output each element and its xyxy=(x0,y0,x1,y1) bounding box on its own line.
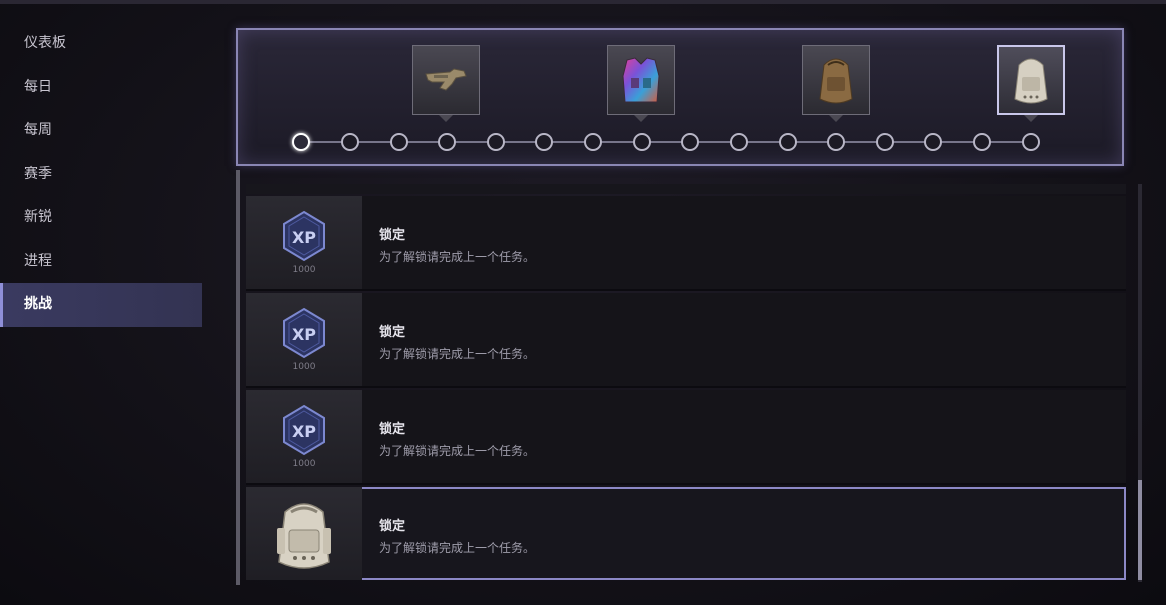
reward-backpack-white[interactable] xyxy=(997,45,1065,115)
sidebar-item-challenge[interactable]: 挑战 xyxy=(0,283,202,327)
reward-weapon[interactable] xyxy=(412,45,480,115)
challenge-description: 为了解锁请完成上一个任务。 xyxy=(379,541,536,555)
track-node[interactable] xyxy=(633,133,651,151)
track-node[interactable] xyxy=(390,133,408,151)
reward-cell: XP 1000 xyxy=(246,196,362,289)
track-node[interactable] xyxy=(730,133,748,151)
challenge-description: 为了解锁请完成上一个任务。 xyxy=(379,250,536,264)
xp-badge-icon: XP xyxy=(283,307,325,359)
track-line xyxy=(302,141,1032,143)
reward-vest[interactable] xyxy=(607,45,675,115)
sidebar-item-label: 每日 xyxy=(24,78,52,95)
reward-track xyxy=(236,28,1124,166)
sidebar-item-rookie[interactable]: 新锐 xyxy=(0,196,202,240)
challenge-row-selected[interactable]: 锁定 为了解锁请完成上一个任务。 xyxy=(246,487,1126,580)
reward-amount: 1000 xyxy=(292,362,316,372)
sidebar-item-label: 仪表板 xyxy=(24,35,66,51)
reward-cell: XP 1000 xyxy=(246,390,362,483)
backpack-white-icon xyxy=(1014,58,1048,104)
reward-backpack-brown[interactable] xyxy=(802,45,870,115)
backpack-brown-icon xyxy=(819,58,853,104)
challenge-row[interactable]: XP 1000 锁定 为了解锁请完成上一个任务。 xyxy=(246,196,1126,291)
track-node[interactable] xyxy=(876,133,894,151)
sidebar-item-season[interactable]: 赛季 xyxy=(0,153,202,197)
challenge-title: 锁定 xyxy=(379,325,406,340)
track-node[interactable] xyxy=(487,133,505,151)
list-divider xyxy=(236,170,240,585)
svg-text:XP: XP xyxy=(292,228,316,247)
sidebar-item-progress[interactable]: 进程 xyxy=(0,240,202,284)
backpack-white-icon xyxy=(277,502,331,569)
svg-text:XP: XP xyxy=(292,325,316,344)
weapon-icon xyxy=(425,68,467,91)
scrollbar-thumb[interactable] xyxy=(1138,480,1142,580)
xp-badge-icon: XP xyxy=(283,404,325,456)
challenge-description: 为了解锁请完成上一个任务。 xyxy=(379,444,536,458)
reward-pointer xyxy=(829,115,843,122)
challenge-row[interactable]: XP 1000 锁定 为了解锁请完成上一个任务。 xyxy=(246,293,1126,388)
reward-pointer xyxy=(439,115,453,122)
track-node[interactable] xyxy=(827,133,845,151)
window-top-edge xyxy=(0,0,1166,4)
sidebar-item-label: 每周 xyxy=(24,122,52,138)
svg-text:XP: XP xyxy=(292,422,316,441)
track-node[interactable] xyxy=(924,133,942,151)
sidebar-item-label: 新锐 xyxy=(24,209,52,225)
sidebar-item-label: 进程 xyxy=(24,252,52,269)
track-node[interactable] xyxy=(535,133,553,151)
track-node-current[interactable] xyxy=(292,133,310,151)
sidebar: 仪表板 每日 每周 赛季 新锐 进程 挑战 xyxy=(0,22,202,327)
challenge-title: 锁定 xyxy=(379,422,406,437)
xp-badge-icon: XP xyxy=(283,210,325,262)
challenge-description: 为了解锁请完成上一个任务。 xyxy=(379,347,536,361)
sidebar-item-daily[interactable]: 每日 xyxy=(0,66,202,110)
track-node[interactable] xyxy=(341,133,359,151)
challenge-title: 锁定 xyxy=(379,519,406,534)
reward-cell: XP 1000 xyxy=(246,293,362,386)
reward-cell xyxy=(246,487,362,580)
track-node[interactable] xyxy=(779,133,797,151)
challenge-list: XP 1000 锁定 为了解锁请完成上一个任务。 XP 1000 锁定 为了解锁… xyxy=(246,184,1126,584)
sidebar-item-label: 赛季 xyxy=(24,165,52,182)
sidebar-item-dashboard[interactable]: 仪表板 xyxy=(0,22,202,66)
reward-amount: 1000 xyxy=(292,265,316,275)
sidebar-item-weekly[interactable]: 每周 xyxy=(0,109,202,153)
track-node[interactable] xyxy=(973,133,991,151)
vest-icon xyxy=(622,57,660,103)
reward-amount: 1000 xyxy=(292,459,316,469)
challenge-title: 锁定 xyxy=(379,228,406,243)
list-item-partial xyxy=(246,184,1126,194)
sidebar-item-label: 挑战 xyxy=(24,296,52,312)
track-node[interactable] xyxy=(584,133,602,151)
track-node[interactable] xyxy=(681,133,699,151)
track-node[interactable] xyxy=(1022,133,1040,151)
reward-pointer xyxy=(1024,115,1038,122)
reward-pointer xyxy=(634,115,648,122)
challenge-row[interactable]: XP 1000 锁定 为了解锁请完成上一个任务。 xyxy=(246,390,1126,485)
track-node[interactable] xyxy=(438,133,456,151)
